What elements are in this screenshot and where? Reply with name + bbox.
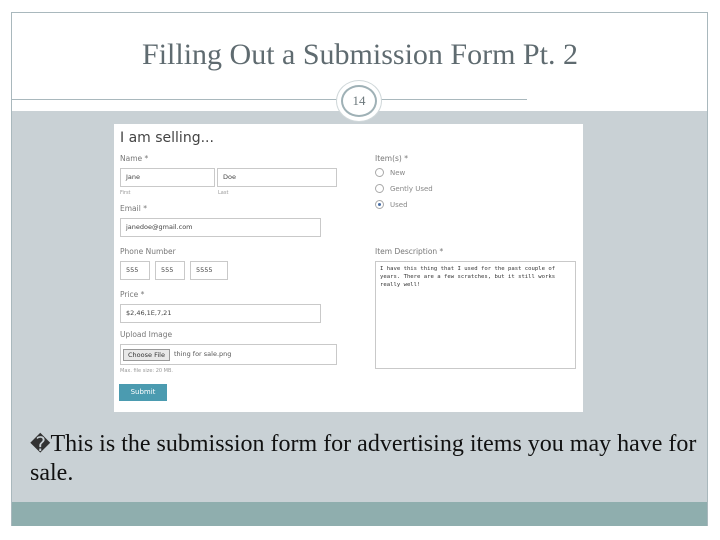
- email-label: Email *: [120, 204, 147, 213]
- email-field[interactable]: janedoe@gmail.com: [120, 218, 321, 237]
- bullet-text: This is the submission form for advertis…: [30, 431, 697, 486]
- submit-button[interactable]: Submit: [119, 384, 167, 401]
- condition-used-label: Used: [390, 200, 408, 209]
- choose-file-button[interactable]: Choose File: [123, 349, 170, 361]
- bullet-icon: �: [30, 432, 51, 456]
- phone-label: Phone Number: [120, 247, 176, 256]
- name-label: Name *: [120, 154, 149, 163]
- form-screenshot: I am selling... Name * Jane Doe First La…: [114, 124, 583, 412]
- phone-area-field[interactable]: 555: [120, 261, 150, 280]
- bottom-margin: [0, 526, 720, 540]
- radio-new[interactable]: [375, 168, 384, 177]
- price-field[interactable]: $2,46,1E,7,21: [120, 304, 321, 323]
- title-divider-right: [380, 99, 527, 100]
- items-label: Item(s) *: [375, 154, 408, 163]
- bullet-item: �This is the submission form for adverti…: [30, 430, 700, 488]
- condition-new-label: New: [390, 168, 406, 177]
- condition-gently-used-label: Gently Used: [390, 184, 433, 193]
- last-sublabel: Last: [218, 190, 229, 196]
- radio-gently-used[interactable]: [375, 184, 384, 193]
- condition-new[interactable]: New: [375, 168, 405, 177]
- condition-used[interactable]: Used: [375, 200, 408, 209]
- last-name-field[interactable]: Doe: [217, 168, 337, 187]
- phone-line-field[interactable]: 5555: [190, 261, 228, 280]
- title-divider-left: [11, 99, 342, 100]
- description-label: Item Description *: [375, 247, 444, 256]
- form-heading: I am selling...: [120, 130, 214, 146]
- upload-hint: Max. file size: 20 MB.: [120, 368, 173, 374]
- page-number: 14: [341, 85, 377, 117]
- file-name: thing for sale.png: [174, 350, 232, 358]
- phone-prefix-field[interactable]: 555: [155, 261, 185, 280]
- page-number-badge: 14: [336, 80, 384, 122]
- first-sublabel: First: [120, 190, 131, 196]
- description-textarea[interactable]: I have this thing that I used for the pa…: [375, 261, 576, 369]
- upload-label: Upload Image: [120, 330, 173, 339]
- condition-gently-used[interactable]: Gently Used: [375, 184, 433, 193]
- first-name-field[interactable]: Jane: [120, 168, 215, 187]
- price-label: Price *: [120, 290, 145, 299]
- radio-used[interactable]: [375, 200, 384, 209]
- slide-title: Filling Out a Submission Form Pt. 2: [142, 38, 578, 71]
- footer-band: [12, 502, 707, 526]
